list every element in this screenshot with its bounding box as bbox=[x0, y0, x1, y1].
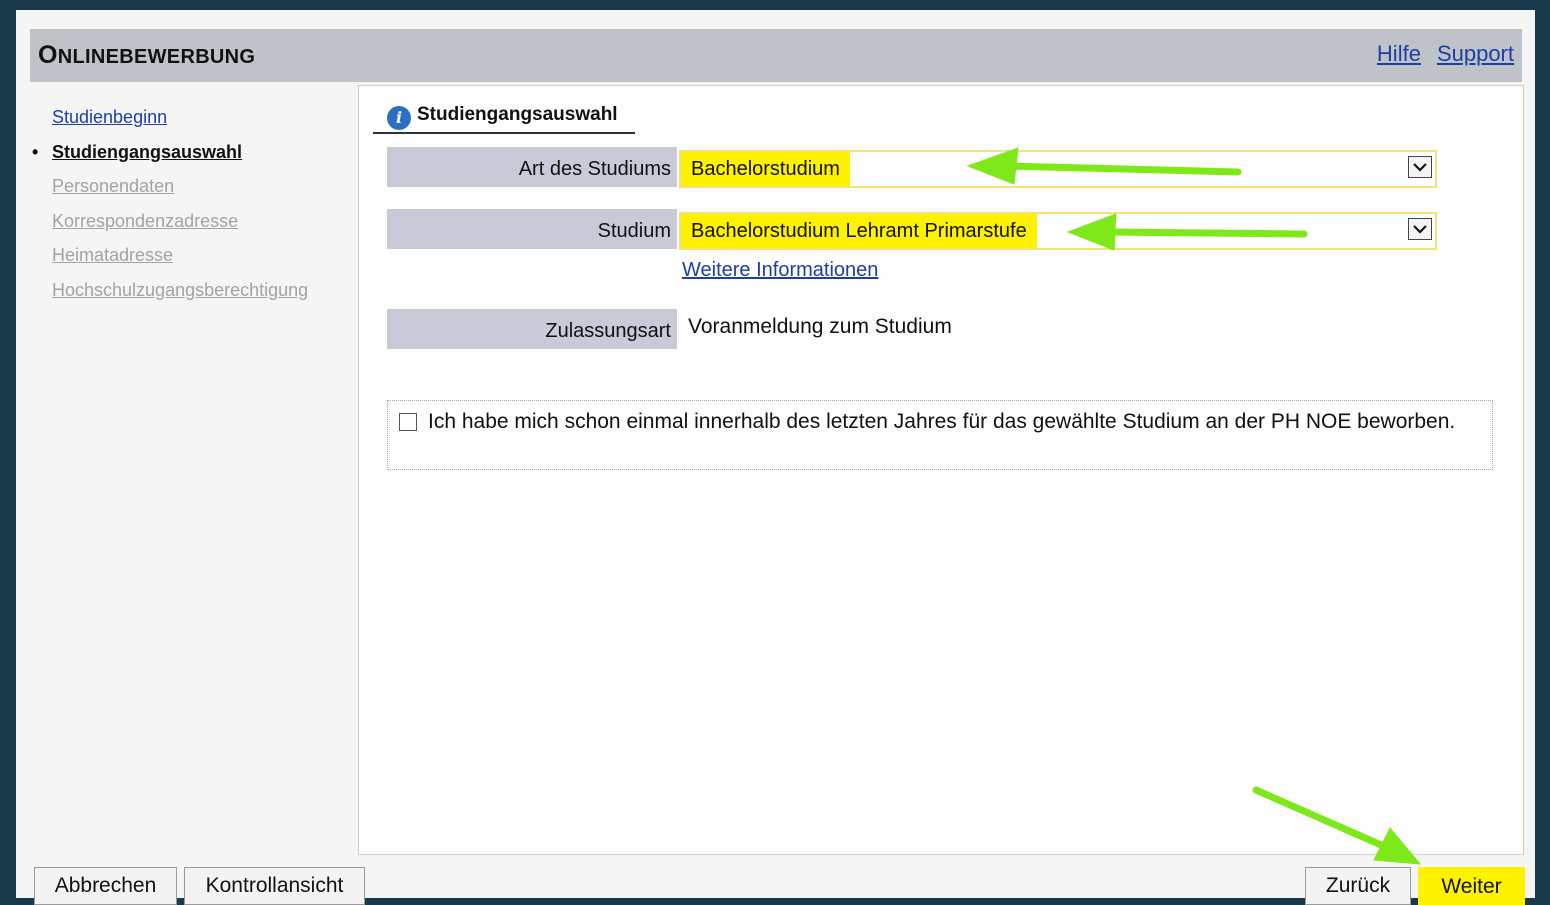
section-tab[interactable]: i Studiengangsauswahl bbox=[373, 100, 635, 134]
studium-label: Studium bbox=[387, 209, 677, 249]
sidebar-item-personendaten: Personendaten bbox=[52, 176, 175, 196]
zulassungsart-label: Zulassungsart bbox=[387, 309, 677, 349]
chevron-down-icon[interactable] bbox=[1408, 218, 1432, 240]
next-button[interactable]: Weiter bbox=[1418, 867, 1525, 905]
section-title: Studiengangsauswahl bbox=[417, 104, 618, 125]
studium-value: Bachelorstudium Lehramt Primarstufe bbox=[681, 214, 1037, 248]
info-icon: i bbox=[387, 106, 411, 130]
more-info-link[interactable]: Weitere Informationen bbox=[682, 259, 878, 282]
sidebar-nav: Studienbeginn • Studiengangsauswahl Perso… bbox=[30, 100, 350, 307]
back-button[interactable]: Zurück bbox=[1305, 867, 1411, 905]
art-des-studiums-label: Art des Studiums bbox=[387, 147, 677, 187]
sidebar-item-label: Studiengangsauswahl bbox=[52, 141, 243, 162]
sidebar-item-studienbeginn[interactable]: Studienbeginn bbox=[30, 100, 350, 135]
studium-select[interactable]: Bachelorstudium Lehramt Primarstufe bbox=[679, 212, 1437, 250]
page-title: ONLINEBEWERBUNG bbox=[38, 41, 256, 69]
previous-application-checkbox-area: Ich habe mich schon einmal innerhalb des… bbox=[387, 400, 1493, 470]
cancel-button[interactable]: Abbrechen bbox=[34, 867, 177, 905]
art-des-studiums-select[interactable]: Bachelorstudium bbox=[679, 150, 1437, 188]
help-link[interactable]: Hilfe bbox=[1377, 41, 1421, 66]
sidebar-item-heimatadresse: Heimatadresse bbox=[52, 245, 174, 265]
chevron-down-icon[interactable] bbox=[1408, 156, 1432, 178]
header-bar: ONLINEBEWERBUNG Hilfe Support bbox=[30, 29, 1522, 82]
main-content-panel: i Studiengangsauswahl Art des Studiums B… bbox=[358, 85, 1524, 855]
active-bullet: • bbox=[32, 141, 39, 162]
zulassungsart-value: Voranmeldung zum Studium bbox=[688, 315, 952, 338]
sidebar-item-korrespondenzadresse: Korrespondenzadresse bbox=[52, 210, 239, 231]
sidebar-item-hochschulzugangsberechtigung: Hochschulzugangsberechtigung bbox=[52, 279, 309, 300]
preview-button[interactable]: Kontrollansicht bbox=[184, 867, 365, 905]
previous-application-checkbox[interactable] bbox=[399, 413, 417, 431]
header-links: Hilfe Support bbox=[1361, 41, 1514, 67]
art-des-studiums-value: Bachelorstudium bbox=[681, 152, 850, 186]
support-link[interactable]: Support bbox=[1437, 41, 1514, 66]
previous-application-text: Ich habe mich schon einmal innerhalb des… bbox=[428, 410, 1456, 433]
sidebar-item-studiengangsauswahl[interactable]: • Studiengangsauswahl bbox=[30, 135, 350, 170]
